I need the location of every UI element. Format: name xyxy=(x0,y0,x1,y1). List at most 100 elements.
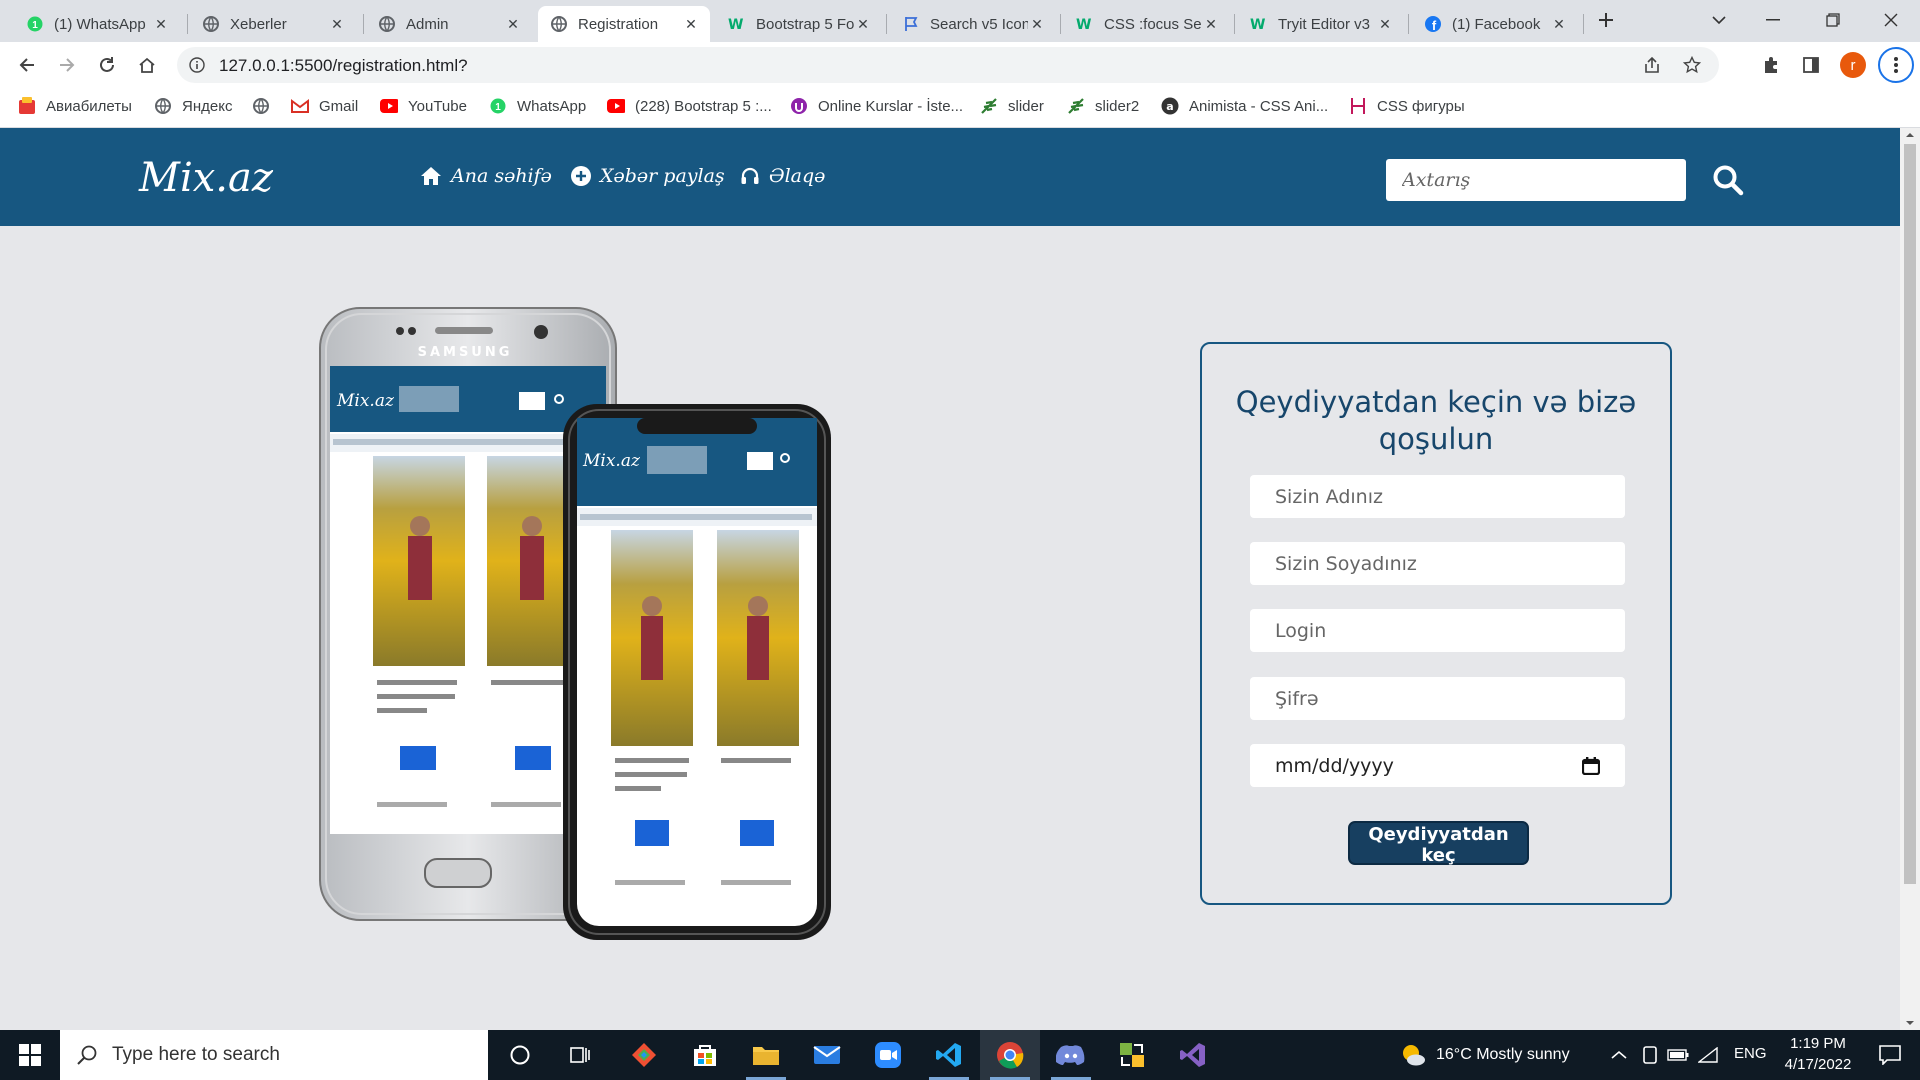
site-logo[interactable]: Mix.az xyxy=(139,155,273,201)
tab-search-icons[interactable]: Search v5 Icon ✕ xyxy=(890,6,1056,42)
windows-logo-icon xyxy=(19,1044,41,1066)
taskbar-search-box[interactable]: Type here to search xyxy=(60,1030,488,1080)
store-app-button[interactable] xyxy=(675,1030,735,1080)
bookmark-slider2[interactable]: slider2 xyxy=(1067,97,1139,115)
site-search-button[interactable] xyxy=(1712,164,1744,196)
menu-button[interactable] xyxy=(1878,47,1914,83)
share-icon[interactable] xyxy=(1643,56,1661,74)
device-tray-button[interactable] xyxy=(1636,1030,1664,1080)
network-button[interactable] xyxy=(1694,1030,1722,1080)
nav-home-link[interactable]: Ana səhifə xyxy=(420,165,552,187)
chrome-app-button[interactable] xyxy=(980,1030,1040,1080)
show-hidden-icons-button[interactable] xyxy=(1604,1030,1634,1080)
bookmark-yandex[interactable]: Яндекс xyxy=(154,97,232,115)
bookmark-aviabilety[interactable]: Авиабилеты xyxy=(18,97,132,115)
avatar: r xyxy=(1840,52,1866,78)
battery-button[interactable] xyxy=(1664,1030,1692,1080)
close-tab-icon[interactable]: ✕ xyxy=(1550,16,1568,33)
clock-date[interactable]: 4/17/2022 xyxy=(1778,1056,1858,1073)
close-tab-icon[interactable]: ✕ xyxy=(152,16,170,33)
visual-studio-app-button[interactable] xyxy=(1163,1030,1223,1080)
gmail-icon xyxy=(291,97,309,115)
login-input[interactable] xyxy=(1250,609,1625,652)
form-title: Qeydiyyatdan keçin və bizə qoşulun xyxy=(1235,385,1637,456)
bookmark-youtube[interactable]: YouTube xyxy=(380,97,467,115)
tab-separator xyxy=(363,14,364,34)
forward-button[interactable] xyxy=(52,50,82,80)
vscode-app-button[interactable] xyxy=(919,1030,979,1080)
discord-app-button[interactable] xyxy=(1041,1030,1101,1080)
task-view-button[interactable] xyxy=(550,1030,610,1080)
date-placeholder: mm/dd/yyyy xyxy=(1275,754,1394,777)
zoom-app-button[interactable] xyxy=(858,1030,918,1080)
side-panel-button[interactable] xyxy=(1796,50,1826,80)
bookmark-css-shapes[interactable]: CSS фигуры xyxy=(1349,97,1465,115)
bookmark-whatsapp[interactable]: 1 WhatsApp xyxy=(489,97,586,115)
tab-search-button[interactable] xyxy=(1694,0,1744,40)
shared-app-button[interactable] xyxy=(1102,1030,1162,1080)
clock-time[interactable]: 1:19 PM xyxy=(1786,1035,1850,1052)
extensions-button[interactable] xyxy=(1756,50,1786,80)
tab-xeberler[interactable]: Xeberler ✕ xyxy=(190,6,356,42)
last-name-input[interactable] xyxy=(1250,542,1625,585)
whatsapp-icon: 1 xyxy=(26,15,44,33)
bookmark-bootstrap-video[interactable]: (228) Bootstrap 5 :... xyxy=(607,97,772,115)
close-tab-icon[interactable]: ✕ xyxy=(854,16,872,33)
bookmark-animista[interactable]: a Animista - CSS Ani... xyxy=(1161,97,1328,115)
git-app-button[interactable] xyxy=(614,1030,674,1080)
bookmark-gmail[interactable]: Gmail xyxy=(291,97,358,115)
mail-app-button[interactable] xyxy=(797,1030,857,1080)
close-tab-icon[interactable]: ✕ xyxy=(328,16,346,33)
star-icon[interactable] xyxy=(1683,56,1701,74)
birth-date-input[interactable]: mm/dd/yyyy xyxy=(1250,744,1625,787)
address-bar[interactable]: 127.0.0.1:5500/registration.html? xyxy=(177,47,1719,83)
start-button[interactable] xyxy=(0,1030,60,1080)
close-tab-icon[interactable]: ✕ xyxy=(1376,16,1394,33)
language-indicator[interactable]: ENG xyxy=(1734,1045,1767,1062)
close-window-button[interactable] xyxy=(1866,0,1916,40)
plus-circle-icon xyxy=(571,166,591,186)
register-button[interactable]: Qeydiyyatdan keç xyxy=(1348,821,1529,866)
scroll-up-icon[interactable] xyxy=(1900,128,1920,142)
facebook-icon: f xyxy=(1424,15,1442,33)
cortana-button[interactable] xyxy=(490,1030,550,1080)
bookmark-globe[interactable] xyxy=(252,97,280,115)
first-name-input[interactable] xyxy=(1250,475,1625,518)
nav-share-news-link[interactable]: Xəbər paylaş xyxy=(571,165,725,187)
site-search-input[interactable] xyxy=(1386,159,1686,201)
page-scrollbar[interactable] xyxy=(1900,128,1920,1030)
bookmark-online-kurslar[interactable]: Online Kurslar - İste... xyxy=(790,97,963,115)
bookmark-slider[interactable]: slider xyxy=(980,97,1044,115)
sun-cloud-icon xyxy=(1403,1045,1425,1066)
nav-contact-link[interactable]: Əlaqə xyxy=(740,165,825,187)
reload-button[interactable] xyxy=(92,50,122,80)
file-explorer-button[interactable] xyxy=(736,1030,796,1080)
password-input[interactable] xyxy=(1250,677,1625,720)
scroll-down-icon[interactable] xyxy=(1900,1016,1920,1030)
home-button[interactable] xyxy=(132,50,162,80)
info-icon[interactable] xyxy=(189,57,205,73)
scrollbar-thumb[interactable] xyxy=(1904,144,1916,884)
back-button[interactable] xyxy=(12,50,42,80)
weather-widget[interactable]: 16°C Mostly sunny xyxy=(1400,1042,1570,1068)
leaf-icon xyxy=(1067,97,1085,115)
tab-whatsapp[interactable]: 1 (1) WhatsApp ✕ xyxy=(14,6,180,42)
tab-registration[interactable]: Registration ✕ xyxy=(538,6,710,42)
restore-button[interactable] xyxy=(1808,0,1858,40)
tab-css-focus[interactable]: W CSS :focus Sel ✕ xyxy=(1064,6,1230,42)
url-text[interactable]: 127.0.0.1:5500/registration.html? xyxy=(219,56,468,76)
profile-button[interactable]: r xyxy=(1838,50,1868,80)
close-tab-icon[interactable]: ✕ xyxy=(504,16,522,33)
minimize-button[interactable] xyxy=(1748,0,1798,40)
new-tab-button[interactable] xyxy=(1586,0,1626,40)
tab-admin[interactable]: Admin ✕ xyxy=(366,6,532,42)
tab-tryit-editor[interactable]: W Tryit Editor v3 ✕ xyxy=(1238,6,1404,42)
notifications-button[interactable] xyxy=(1860,1030,1920,1080)
tab-bootstrap[interactable]: W Bootstrap 5 Fo ✕ xyxy=(716,6,882,42)
close-tab-icon[interactable]: ✕ xyxy=(682,16,700,33)
close-tab-icon[interactable]: ✕ xyxy=(1202,16,1220,33)
bookmark-label: YouTube xyxy=(408,97,467,115)
tab-facebook[interactable]: f (1) Facebook ✕ xyxy=(1412,6,1578,42)
close-tab-icon[interactable]: ✕ xyxy=(1028,16,1046,33)
calendar-icon[interactable] xyxy=(1582,756,1600,775)
